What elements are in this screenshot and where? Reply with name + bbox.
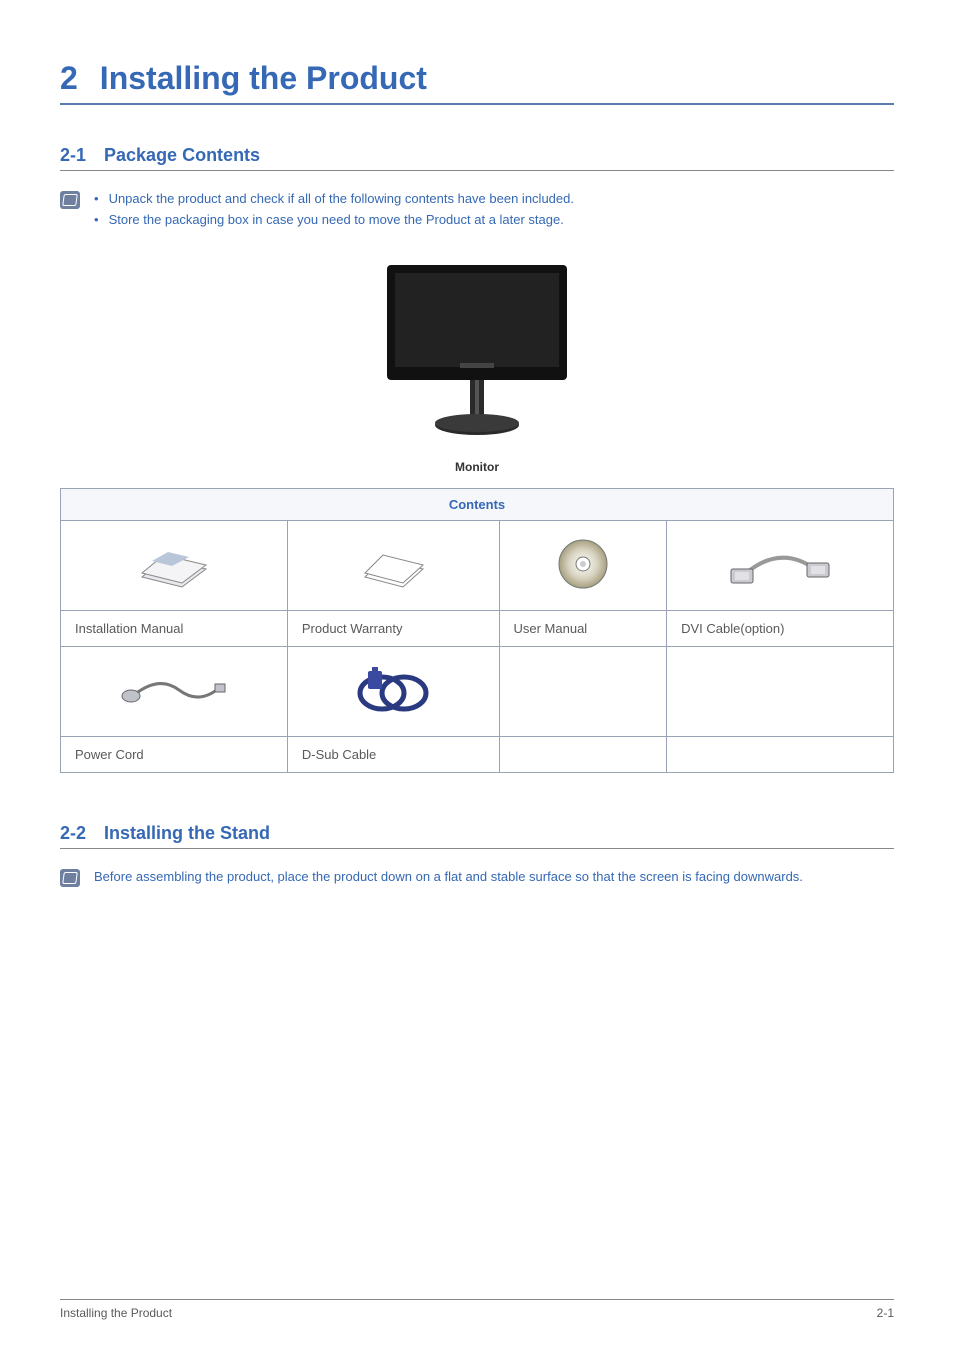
table-row: Power Cord D-Sub Cable [61, 736, 894, 772]
section-heading-2-2: 2-2 Installing the Stand [60, 823, 894, 849]
chapter-title: 2 Installing the Product [60, 60, 894, 105]
bullet-dot-icon: • [94, 210, 99, 231]
bullet-text: Unpack the product and check if all of t… [109, 189, 574, 210]
cell-image [61, 520, 288, 610]
bullet-list: • Unpack the product and check if all of … [94, 189, 894, 231]
footer-right: 2-1 [877, 1306, 894, 1320]
empty-cell [499, 646, 667, 736]
monitor-image [357, 255, 597, 445]
note-icon [60, 191, 80, 209]
list-item: • Store the packaging box in case you nee… [94, 210, 894, 231]
cell-label: D-Sub Cable [287, 736, 499, 772]
installation-manual-icon [134, 539, 214, 589]
cell-image [287, 520, 499, 610]
cell-image [61, 646, 288, 736]
cell-image [287, 646, 499, 736]
section-number: 2-2 [60, 823, 86, 843]
page-footer: Installing the Product 2-1 [60, 1299, 894, 1320]
note-icon [60, 869, 80, 887]
table-row: Installation Manual Product Warranty Use… [61, 610, 894, 646]
dvi-cable-icon [725, 539, 835, 589]
product-warranty-icon [353, 539, 433, 589]
d-sub-cable-icon [348, 665, 438, 715]
note-block-1: • Unpack the product and check if all of … [60, 189, 894, 231]
bullet-text: Store the packaging box in case you need… [109, 210, 564, 231]
contents-table: Contents Installation Manual Product War… [60, 488, 894, 773]
table-header: Contents [61, 488, 894, 520]
section-heading-2-1: 2-1 Package Contents [60, 145, 894, 171]
section-title: Package Contents [104, 145, 260, 165]
user-manual-cd-icon [555, 536, 611, 592]
table-row [61, 520, 894, 610]
chapter-title-text: Installing the Product [100, 60, 427, 96]
monitor-illustration: Monitor [60, 255, 894, 474]
table-row [61, 646, 894, 736]
note-block-2: Before assembling the product, place the… [60, 867, 894, 887]
cell-label: Product Warranty [287, 610, 499, 646]
footer-left: Installing the Product [60, 1306, 172, 1320]
cell-label: DVI Cable(option) [667, 610, 894, 646]
cell-label: Installation Manual [61, 610, 288, 646]
section-title: Installing the Stand [104, 823, 270, 843]
cell-image [667, 520, 894, 610]
empty-cell [667, 646, 894, 736]
chapter-number: 2 [60, 60, 78, 96]
cell-label [667, 736, 894, 772]
cell-label [499, 736, 667, 772]
bullet-dot-icon: • [94, 189, 99, 210]
cell-image [499, 520, 667, 610]
note-text: Before assembling the product, place the… [94, 867, 894, 887]
cell-label: Power Cord [61, 736, 288, 772]
section-number: 2-1 [60, 145, 86, 165]
cell-label: User Manual [499, 610, 667, 646]
power-cord-icon [119, 670, 229, 710]
monitor-caption: Monitor [60, 460, 894, 474]
list-item: • Unpack the product and check if all of … [94, 189, 894, 210]
